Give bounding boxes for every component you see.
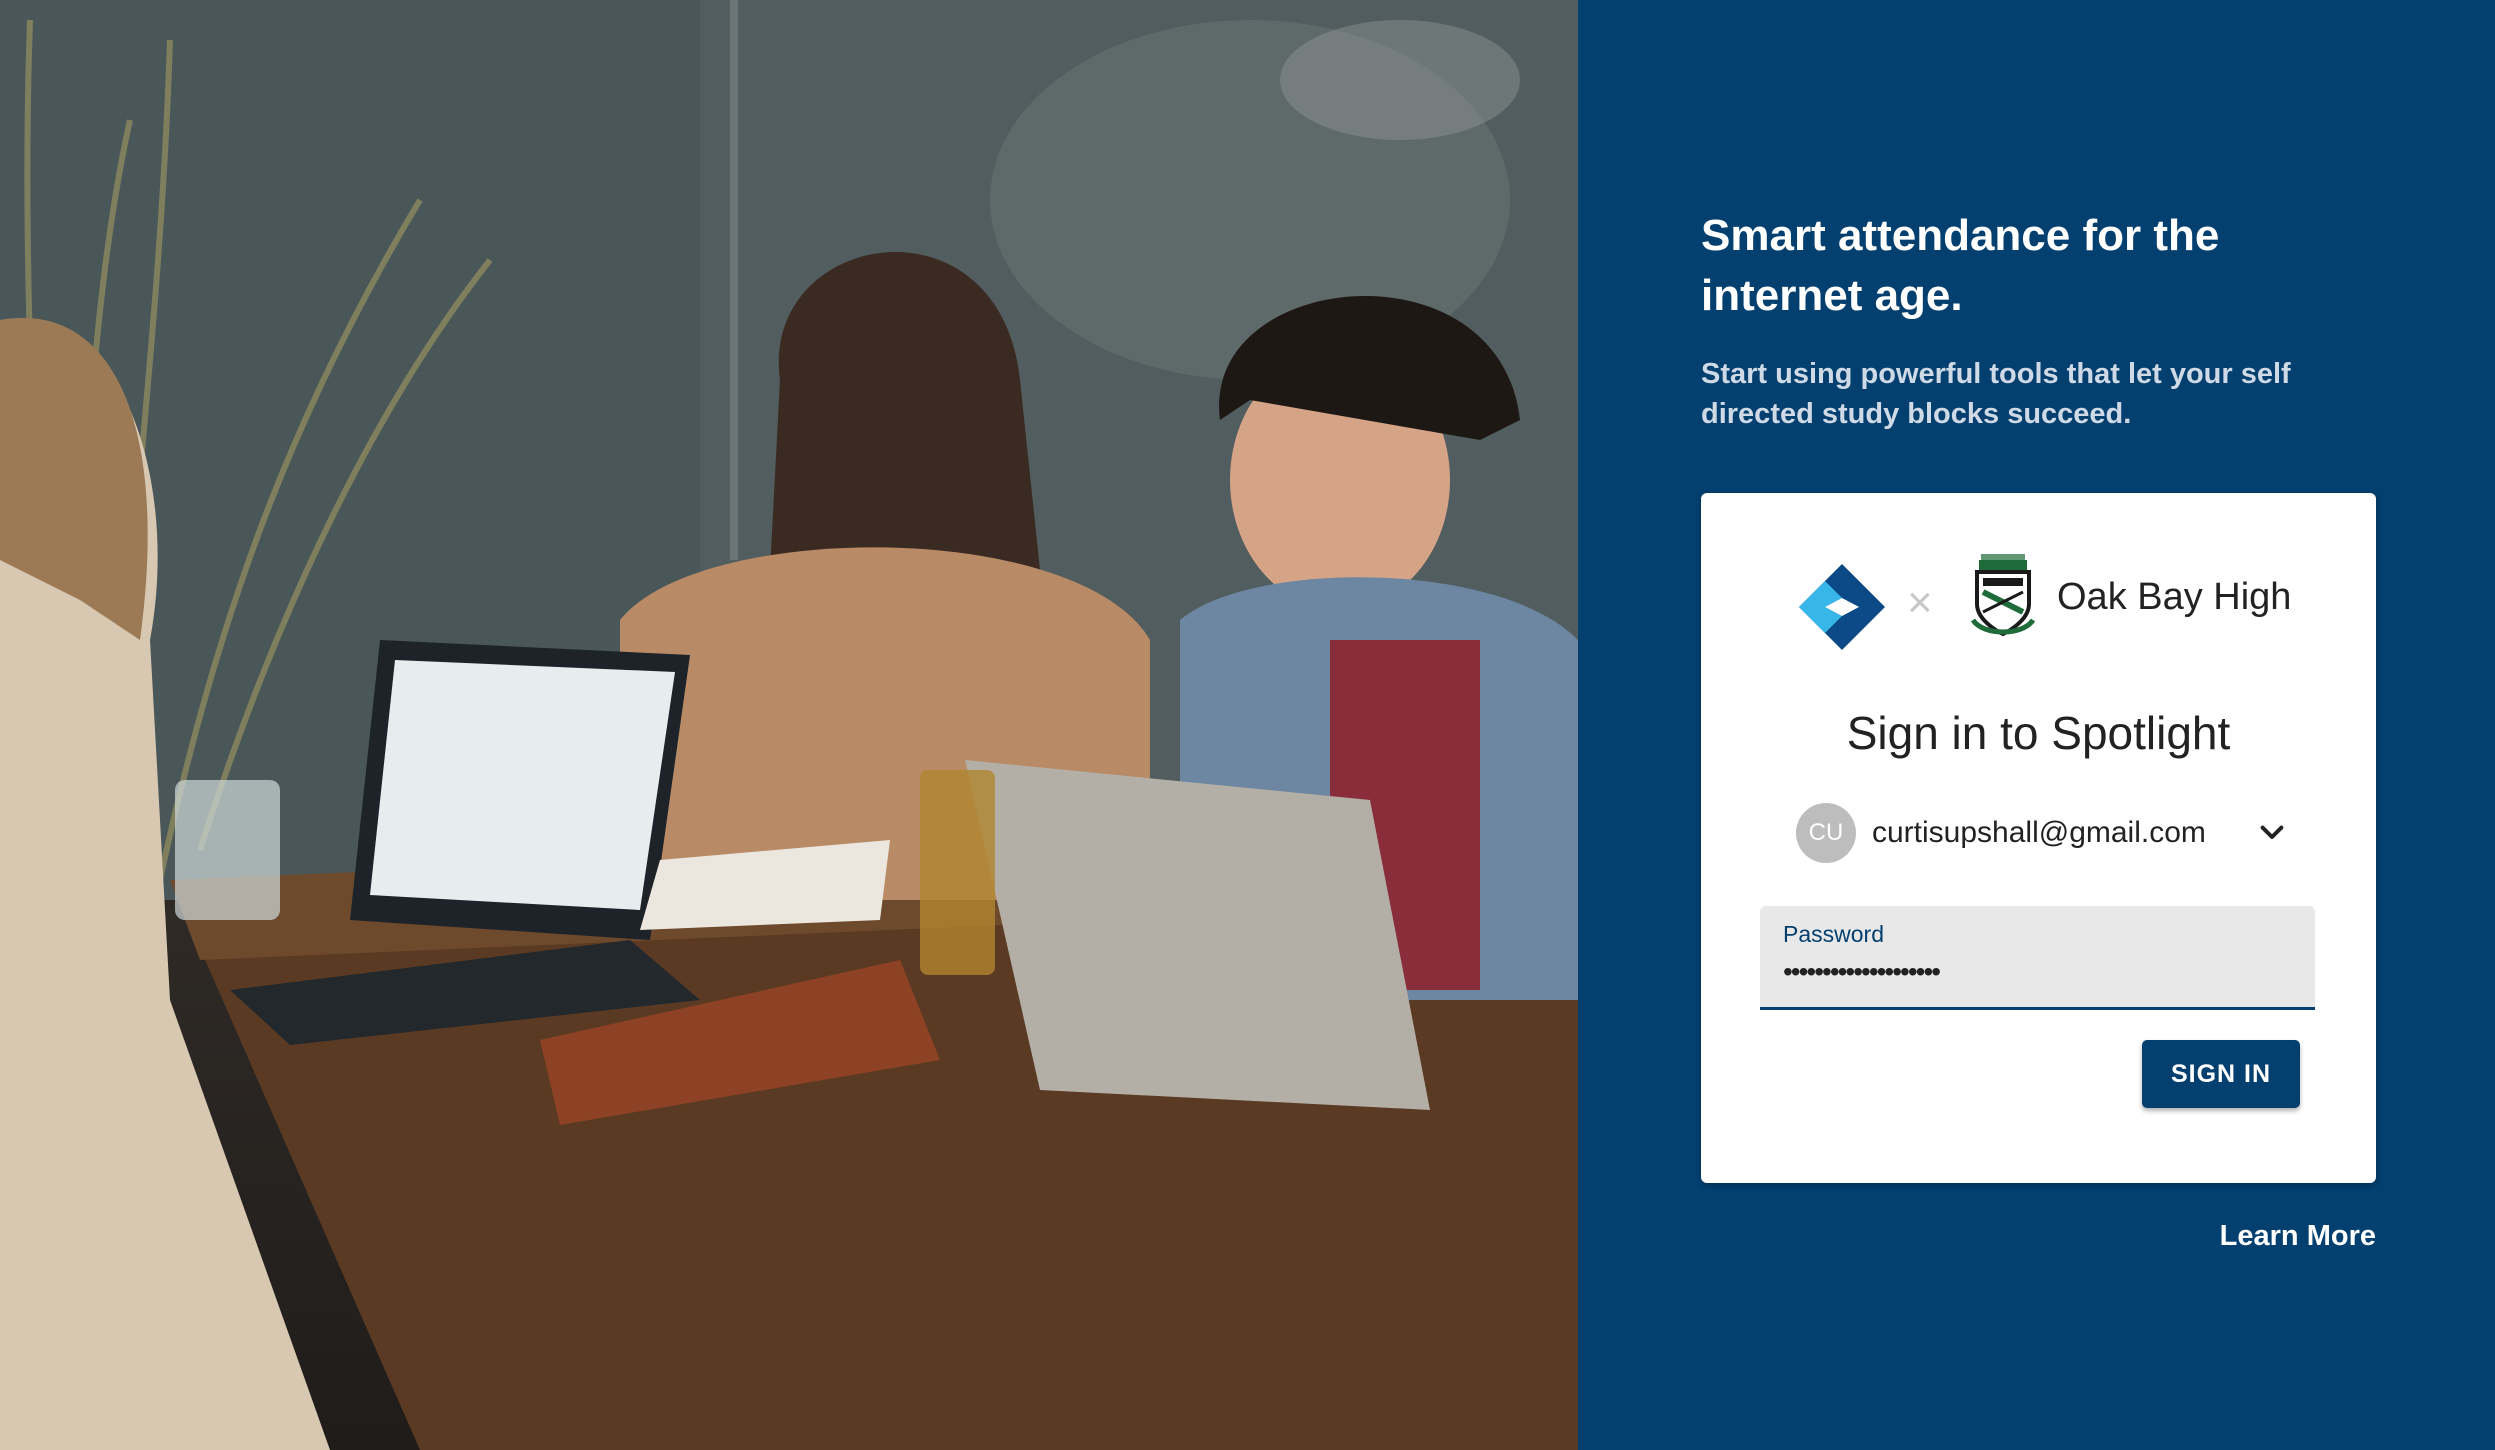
password-label: Password bbox=[1783, 921, 1884, 947]
password-input[interactable]: •••••••••••••••••••• bbox=[1783, 954, 1941, 990]
account-selector[interactable]: CU curtisupshall@gmail.com bbox=[1796, 803, 2296, 863]
cross-separator: × bbox=[1907, 578, 1933, 627]
hero-headline: Smart attendance for the internet age. bbox=[1701, 211, 2220, 320]
oak-bay-high-crest-icon bbox=[1970, 554, 2036, 637]
hero-subheadline: Start using powerful tools that let your… bbox=[1701, 358, 2291, 430]
brand-row: × Oak Bay High bbox=[1701, 550, 2376, 650]
learn-more-link[interactable]: Learn More bbox=[2178, 1216, 2376, 1256]
account-email: curtisupshall@gmail.com bbox=[1872, 816, 2206, 849]
signin-button[interactable]: SIGN IN bbox=[2142, 1040, 2300, 1108]
signin-card: × Oak Bay High Sign in to Spotlight CU c… bbox=[1701, 493, 2376, 1183]
signin-panel: Smart attendance for the internet age. S… bbox=[1578, 0, 2495, 1450]
avatar: CU bbox=[1796, 803, 1856, 863]
password-field[interactable]: Password •••••••••••••••••••• bbox=[1760, 906, 2315, 1010]
spotlight-logo-icon bbox=[1799, 564, 1885, 650]
chevron-down-icon[interactable] bbox=[2256, 817, 2288, 849]
school-name: Oak Bay High bbox=[2057, 576, 2292, 618]
hero-photo bbox=[0, 0, 1578, 1450]
signin-title: Sign in to Spotlight bbox=[1846, 707, 2231, 759]
students-at-table-illustration bbox=[0, 0, 1578, 1450]
